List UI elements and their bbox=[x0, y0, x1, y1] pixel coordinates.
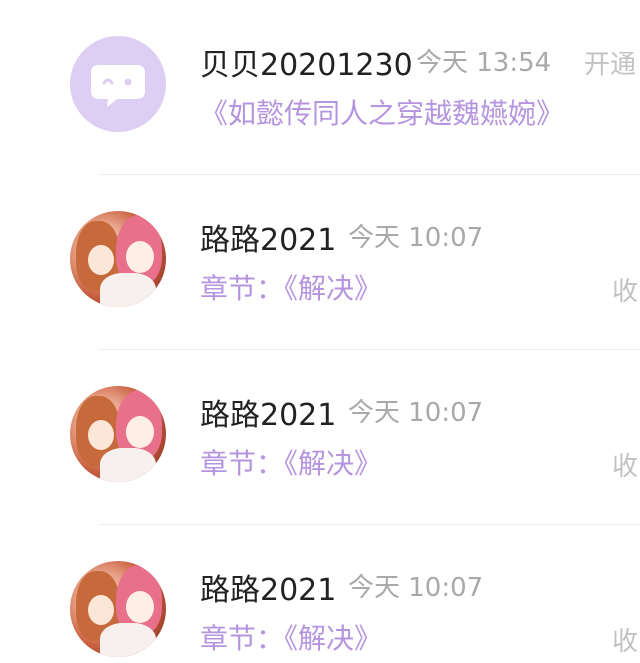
list-item[interactable]: 路路2021 今天 10:07 章节：《解决》 收 bbox=[0, 175, 640, 350]
sender-name: 贝贝20201230 bbox=[200, 48, 413, 83]
sender-name: 路路2021 bbox=[200, 573, 337, 608]
book-title-link[interactable]: 《如懿传同人之穿越魏嬿婉》 bbox=[200, 92, 564, 132]
avatar[interactable] bbox=[70, 36, 166, 132]
collect-button[interactable]: 收 bbox=[612, 271, 640, 308]
timestamp: 今天 10:07 bbox=[348, 573, 484, 603]
sender-name: 路路2021 bbox=[200, 223, 337, 258]
timestamp: 今天 13:54 bbox=[416, 48, 552, 78]
avatar[interactable] bbox=[70, 386, 166, 482]
list-item[interactable]: 路路2021 今天 10:07 章节：《解决》 收 bbox=[0, 350, 640, 525]
list-item[interactable]: 贝贝20201230 今天 13:54 开通 《如懿传同人之穿越魏嬿婉》 bbox=[0, 0, 640, 175]
collect-button[interactable]: 收 bbox=[612, 446, 640, 483]
chat-bubble-icon bbox=[91, 65, 145, 107]
collect-button[interactable]: 收 bbox=[612, 621, 640, 658]
avatar[interactable] bbox=[70, 561, 166, 657]
chapter-link[interactable]: 章节：《解决》 bbox=[200, 267, 382, 307]
open-button[interactable]: 开通 bbox=[584, 44, 640, 81]
timestamp: 今天 10:07 bbox=[348, 398, 484, 428]
list-item[interactable]: 路路2021 今天 10:07 章节：《解决》 收 bbox=[0, 525, 640, 663]
chapter-link[interactable]: 章节：《解决》 bbox=[200, 442, 382, 482]
timestamp: 今天 10:07 bbox=[348, 223, 484, 253]
avatar[interactable] bbox=[70, 211, 166, 307]
message-list: 贝贝20201230 今天 13:54 开通 《如懿传同人之穿越魏嬿婉》 路路2… bbox=[0, 0, 640, 663]
sender-name: 路路2021 bbox=[200, 398, 337, 433]
chapter-link[interactable]: 章节：《解决》 bbox=[200, 617, 382, 657]
